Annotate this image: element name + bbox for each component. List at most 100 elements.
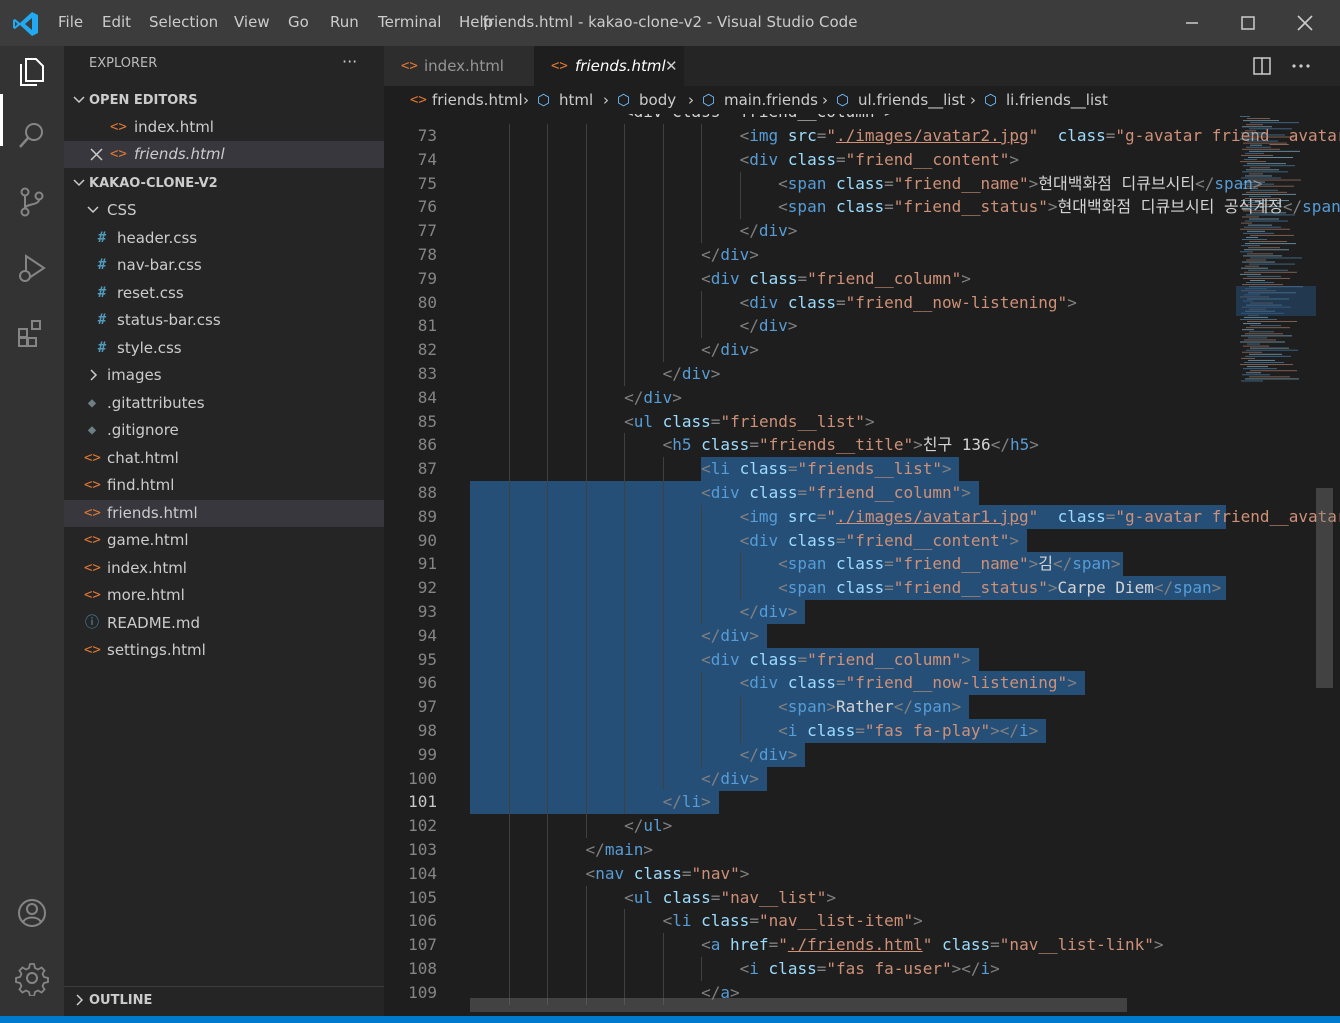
indent-guide (585, 909, 587, 934)
indent-guide (624, 909, 626, 934)
menu-item[interactable]: Selection (149, 13, 218, 31)
breadcrumb-item[interactable]: html (559, 86, 593, 114)
indent-guide (624, 623, 626, 648)
code-token: </ (662, 792, 682, 812)
file-item[interactable]: # nav-bar.css (64, 252, 384, 279)
indent-guide (624, 266, 626, 291)
outline-label: OUTLINE (89, 993, 153, 1008)
code-token: img (749, 126, 779, 145)
code-token: > (1029, 435, 1039, 455)
file-item[interactable]: <> game.html (64, 527, 384, 554)
accounts-icon[interactable] (14, 895, 50, 931)
outline-header[interactable]: OUTLINE (64, 986, 384, 1014)
menu-item[interactable]: Help (459, 13, 493, 31)
code-line: 103 </main> (384, 838, 1226, 862)
file-item[interactable]: <> chat.html (64, 445, 384, 472)
close-window-button[interactable] (1290, 8, 1320, 38)
css-file-icon: # (97, 339, 107, 356)
breadcrumb-item[interactable]: ul.friends__list (858, 86, 965, 114)
project-header[interactable]: KAKAO-CLONE-V2 (64, 170, 384, 197)
file-item[interactable]: ◆ .gitignore (64, 417, 384, 444)
code-token: > (1047, 578, 1058, 598)
menu-item[interactable]: View (234, 13, 270, 31)
settings-gear-icon[interactable] (14, 960, 50, 996)
file-item[interactable]: <> more.html (64, 582, 384, 609)
open-editor-item[interactable]: <> index.html (64, 114, 384, 141)
more-actions-icon[interactable] (1289, 54, 1313, 78)
tab-friends-html[interactable]: <> friends.html ✕ (534, 46, 684, 86)
folder-item[interactable]: CSS (64, 197, 384, 224)
indent-guide (585, 481, 587, 505)
menu-item[interactable]: Terminal (378, 13, 441, 31)
breadcrumb-item[interactable]: main.friends (724, 86, 818, 114)
file-item[interactable]: # style.css (64, 335, 384, 362)
menu-item[interactable]: File (58, 13, 83, 31)
close-editor-icon[interactable] (90, 148, 103, 161)
file-item[interactable]: <> index.html (64, 555, 384, 582)
tab-close-icon[interactable]: ✕ (665, 46, 678, 86)
code-token: = (681, 863, 692, 883)
code-token: div (720, 768, 750, 788)
indent-guide (739, 576, 741, 601)
indent-guide (547, 695, 549, 720)
breadcrumb-item[interactable]: body (639, 86, 676, 114)
folder-item[interactable]: images (64, 362, 384, 389)
menu-item[interactable]: Run (330, 13, 359, 31)
indent-guide (547, 504, 549, 529)
run-debug-icon[interactable] (14, 250, 50, 286)
minimize-button[interactable] (1177, 8, 1207, 38)
file-item[interactable]: <> find.html (64, 472, 384, 499)
indent-guide (662, 481, 664, 505)
indent-guide (508, 861, 510, 886)
search-icon[interactable] (14, 118, 50, 154)
code-token: < (739, 506, 750, 526)
indent-guide (585, 957, 587, 981)
maximize-button[interactable] (1233, 8, 1263, 38)
extensions-icon[interactable] (14, 316, 50, 352)
indent-guide (508, 957, 510, 981)
file-item[interactable]: # status-bar.css (64, 307, 384, 334)
code-text: <div class="friend__column"> (701, 481, 971, 505)
breadcrumb-item[interactable]: li.friends__list (1006, 86, 1108, 114)
more-actions-button[interactable]: ··· (342, 52, 357, 71)
menu-item[interactable]: Go (288, 13, 309, 31)
code-token: > (913, 435, 923, 455)
file-item[interactable]: ◆ .gitattributes (64, 390, 384, 417)
file-item[interactable]: # header.css (64, 225, 384, 252)
explorer-icon[interactable] (14, 54, 50, 90)
code-token: > (701, 792, 711, 812)
minimap[interactable] (1236, 114, 1316, 414)
vertical-scrollbar[interactable] (1316, 488, 1333, 688)
code-text: <div class="friend__column"> (624, 114, 894, 124)
code-editor[interactable]: <div class="friend__column"> 73<img src=… (384, 114, 1340, 1016)
code-text: <img src="./images/avatar1.jpg" class="g… (740, 505, 1340, 529)
code-token: "g-avatar friend__avatar" (1115, 506, 1340, 526)
source-control-icon[interactable] (14, 184, 50, 220)
open-editors-header[interactable]: OPEN EDITORS (64, 87, 384, 114)
line-number: 106 (408, 911, 437, 931)
project-label: KAKAO-CLONE-V2 (89, 176, 218, 191)
file-item[interactable]: <> friends.html (64, 499, 384, 527)
horizontal-scrollbar[interactable] (470, 998, 1127, 1012)
split-editor-icon[interactable] (1250, 54, 1274, 78)
code-token: "fas fa-play" (864, 721, 991, 740)
indent-guide (624, 314, 626, 339)
indent-guide (508, 814, 510, 839)
file-item[interactable]: # reset.css (64, 280, 384, 307)
code-token: ./friends.html (787, 935, 923, 955)
indent-guide (624, 719, 626, 743)
tab-index-html[interactable]: <> index.html (384, 46, 534, 86)
open-editor-item[interactable]: <> friends.html (64, 141, 384, 168)
breadcrumb-item[interactable]: friends.html (432, 86, 523, 114)
code-token: > (1067, 292, 1077, 312)
line-number: 101 (408, 792, 437, 812)
code-token: span (787, 578, 827, 598)
menu-item[interactable]: Edit (102, 13, 131, 31)
breadcrumb-separator-icon: › (822, 91, 828, 109)
indent-guide (662, 719, 664, 743)
code-token: > (1028, 173, 1039, 193)
file-item[interactable]: ⓘ README.md (64, 610, 384, 637)
file-item[interactable]: <> settings.html (64, 637, 384, 664)
